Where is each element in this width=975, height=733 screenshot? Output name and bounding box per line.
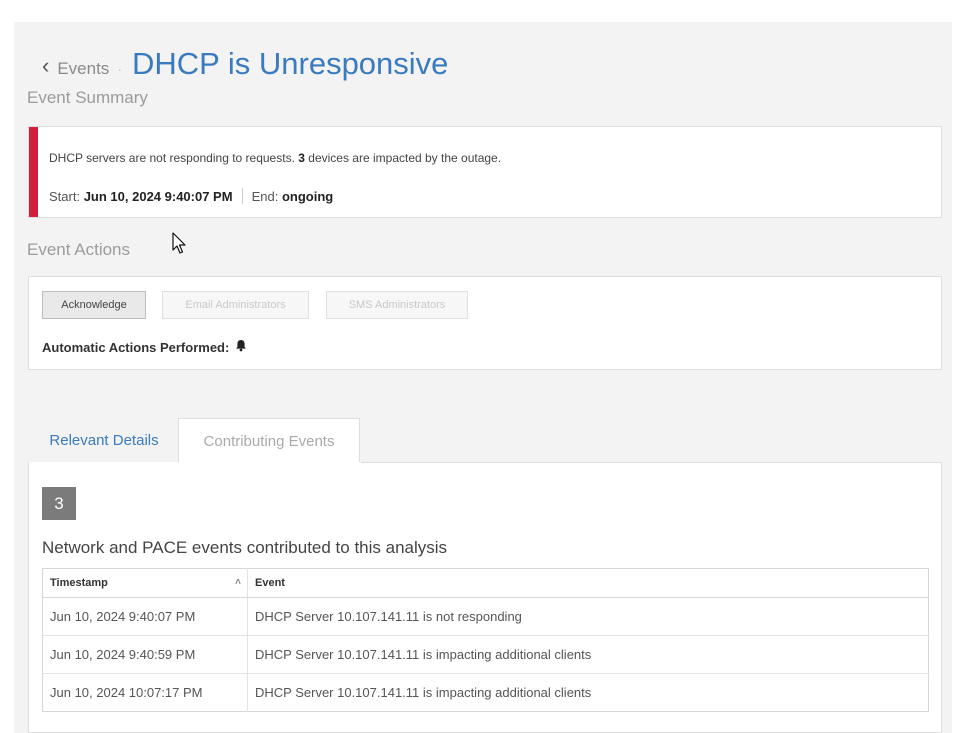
end-value: ongoing <box>281 188 334 204</box>
sms-administrators-button[interactable]: SMS Administrators <box>326 291 468 319</box>
page-header: ‹ Events · DHCP is Unresponsive <box>42 46 448 82</box>
event-detail-page: ‹ Events · DHCP is Unresponsive Event Su… <box>14 22 952 733</box>
contributing-events-table: Timestamp ˄ Event Jun 10, 2024 9:40:07 P… <box>42 568 929 712</box>
breadcrumb-separator: · <box>117 61 122 77</box>
tab-relevant-details[interactable]: Relevant Details <box>28 418 180 462</box>
event-column-header[interactable]: Event <box>247 568 929 598</box>
contributing-events-panel: 3 Network and PACE events contributed to… <box>28 462 942 733</box>
summary-description: DHCP servers are not responding to reque… <box>49 151 501 165</box>
summary-text-prefix: DHCP servers are not responding to reque… <box>49 151 295 165</box>
end-label: End: <box>251 188 279 204</box>
summary-text-suffix: devices are impacted by the outage. <box>308 151 502 165</box>
automatic-actions-label: Automatic Actions Performed: <box>42 339 230 355</box>
mouse-pointer-icon <box>172 232 188 261</box>
time-divider <box>241 188 243 204</box>
event-actions-card: Acknowledge Email Administrators SMS Adm… <box>28 276 942 370</box>
event-actions-heading: Event Actions <box>27 240 131 259</box>
event-summary-card: DHCP servers are not responding to reque… <box>28 126 942 218</box>
row-event: DHCP Server 10.107.141.11 is impacting a… <box>247 635 929 674</box>
row-timestamp: Jun 10, 2024 9:40:59 PM <box>42 635 248 674</box>
row-event: DHCP Server 10.107.141.11 is not respond… <box>247 597 929 636</box>
event-times: Start: Jun 10, 2024 9:40:07 PM End: ongo… <box>49 188 333 204</box>
table-row[interactable]: Jun 10, 2024 9:40:59 PM DHCP Server 10.1… <box>42 635 929 674</box>
impacted-count: 3 <box>298 151 305 165</box>
timestamp-column-header[interactable]: Timestamp ˄ <box>42 568 248 598</box>
row-timestamp: Jun 10, 2024 9:40:07 PM <box>42 597 248 636</box>
bell-icon <box>235 339 247 355</box>
chevron-left-icon[interactable]: ‹ <box>42 53 49 79</box>
email-administrators-button[interactable]: Email Administrators <box>162 291 309 319</box>
page-title: DHCP is Unresponsive <box>131 46 449 81</box>
tab-contributing-events[interactable]: Contributing Events <box>178 418 360 464</box>
start-label: Start: <box>49 188 81 204</box>
back-to-events-link[interactable]: Events <box>57 59 109 79</box>
start-value: Jun 10, 2024 9:40:07 PM <box>83 188 233 204</box>
contributing-heading: Network and PACE events contributed to t… <box>42 538 448 557</box>
table-row[interactable]: Jun 10, 2024 9:40:07 PM DHCP Server 10.1… <box>42 597 929 636</box>
acknowledge-button[interactable]: Acknowledge <box>42 291 146 319</box>
sort-ascending-icon[interactable]: ˄ <box>235 577 241 588</box>
table-row[interactable]: Jun 10, 2024 10:07:17 PM DHCP Server 10.… <box>43 673 929 712</box>
severity-accent-bar <box>29 127 38 217</box>
table-header-row: Timestamp ˄ Event <box>42 568 929 598</box>
panel-top-border <box>361 462 941 463</box>
automatic-actions-row: Automatic Actions Performed: <box>42 339 247 355</box>
row-timestamp: Jun 10, 2024 10:07:17 PM <box>50 685 203 700</box>
timestamp-header-label: Timestamp <box>50 577 108 589</box>
event-count-badge: 3 <box>42 487 76 520</box>
event-summary-heading: Event Summary <box>27 88 148 107</box>
row-event: DHCP Server 10.107.141.11 is impacting a… <box>247 673 929 712</box>
